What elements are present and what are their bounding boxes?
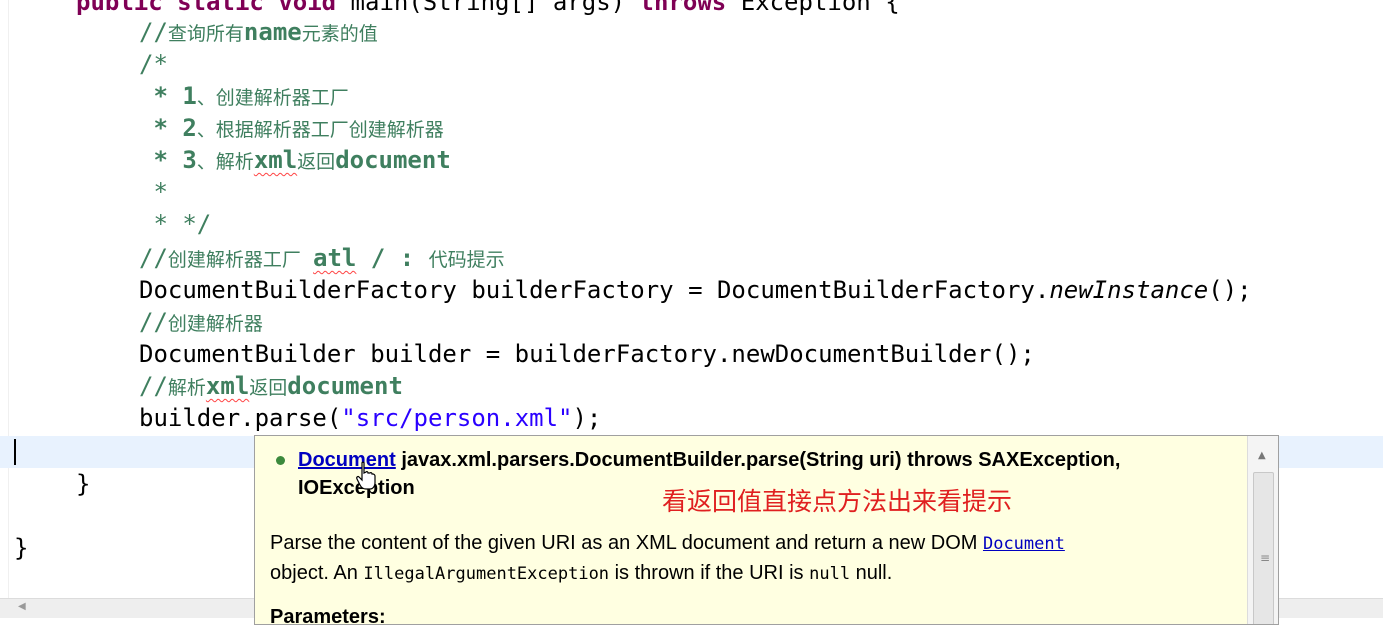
code-line-comment[interactable]: * 1、创建解析器工厂 xyxy=(139,80,349,112)
signature-text: javax.xml.parsers.DocumentBuilder.parse(… xyxy=(395,449,1121,471)
comment-text: 返回 xyxy=(249,377,288,399)
javadoc-hover-popup[interactable]: Document javax.xml.parsers.DocumentBuild… xyxy=(254,435,1279,625)
comment-text: // xyxy=(139,372,168,400)
comment-text: * xyxy=(139,178,168,206)
code-line-comment[interactable]: //解析xml返回document xyxy=(139,370,403,402)
keyword: throws xyxy=(639,0,727,16)
comment-text: // xyxy=(139,244,168,272)
scroll-up-icon[interactable]: ▲ xyxy=(1258,450,1266,461)
scroll-left-icon[interactable]: ◀ xyxy=(18,601,26,612)
code-reference: null xyxy=(809,564,851,584)
comment-text: document xyxy=(335,146,451,174)
code-line-comment[interactable]: * xyxy=(139,176,168,208)
editor-gutter xyxy=(0,0,9,600)
code-line-closing-brace[interactable]: } xyxy=(14,532,28,564)
comment-text: 代码提示 xyxy=(428,249,505,271)
code-text: Exception { xyxy=(726,0,900,16)
comment-text: * 2 xyxy=(139,114,197,142)
return-type-link[interactable]: Document xyxy=(298,449,396,471)
keyword: public xyxy=(76,0,163,16)
comment-text: atl xyxy=(313,244,357,272)
code-reference: IllegalArgumentException xyxy=(363,564,610,584)
code-text: (); xyxy=(1208,276,1252,304)
code-line-comment[interactable]: * 2、根据解析器工厂创建解析器 xyxy=(139,112,444,144)
scrollbar-grip-icon: ≡ xyxy=(1260,551,1271,565)
comment-text: 、根据解析器工厂创建解析器 xyxy=(196,119,444,141)
code-line-comment[interactable]: /* xyxy=(139,48,168,80)
code-line-comment[interactable]: //查询所有name元素的值 xyxy=(139,16,378,48)
code-text: } xyxy=(76,470,91,498)
comment-text: name xyxy=(243,18,302,46)
comment-text: * 3 xyxy=(139,146,197,174)
code-line-comment[interactable]: * 3、解析xml返回document xyxy=(139,144,451,176)
parameters-heading: Parameters: xyxy=(270,606,386,625)
comment-text: 查询所有 xyxy=(167,23,244,45)
comment-text: * 1 xyxy=(139,82,197,110)
popup-vertical-scrollbar[interactable]: ▲ ≡ xyxy=(1247,436,1278,624)
code-text: DocumentBuilderFactory builderFactory = … xyxy=(139,276,1050,304)
comment-text: document xyxy=(287,372,403,400)
description-text: Parse the content of the given URI as an… xyxy=(270,532,983,554)
code-line-comment[interactable]: //创建解析器工厂 atl / : 代码提示 xyxy=(139,242,505,274)
code-line-parse[interactable]: builder.parse("src/person.xml"); xyxy=(139,402,601,434)
text-caret xyxy=(14,439,16,465)
comment-text: 元素的值 xyxy=(301,23,378,45)
comment-text: // xyxy=(139,18,168,46)
code-text: newInstance xyxy=(1049,276,1209,304)
method-bullet-icon xyxy=(276,456,285,465)
comment-text: xml xyxy=(253,146,298,174)
code-line-comment[interactable]: * */ xyxy=(139,208,211,240)
string-literal: "src/person.xml" xyxy=(341,404,573,432)
comment-text: 解析 xyxy=(167,377,206,399)
description-text: null. xyxy=(850,562,893,584)
keyword: void xyxy=(278,0,337,16)
annotation-text: 看返回值直接点方法出来看提示 xyxy=(662,487,1013,516)
comment-text: xml xyxy=(205,372,250,400)
keyword: static xyxy=(177,0,264,16)
code-text: } xyxy=(14,534,29,562)
code-line-comment[interactable]: //创建解析器 xyxy=(139,306,263,338)
document-link[interactable]: Document xyxy=(983,534,1065,554)
scrollbar-thumb[interactable] xyxy=(1253,472,1274,624)
code-text: builder.parse( xyxy=(139,404,342,432)
comment-text: 、创建解析器工厂 xyxy=(196,87,349,109)
comment-text: 返回 xyxy=(297,151,336,173)
comment-text: 创建解析器工厂 xyxy=(167,249,313,271)
hand-cursor-icon xyxy=(356,461,376,490)
description-text: is thrown if the URI is xyxy=(609,562,810,584)
code-line-closing-brace[interactable]: } xyxy=(76,468,90,500)
comment-text: 、解析 xyxy=(196,151,254,173)
code-text: ); xyxy=(572,404,602,432)
code-text: main(String[] args) xyxy=(336,0,640,16)
code-line-factory[interactable]: DocumentBuilderFactory builderFactory = … xyxy=(139,274,1252,306)
description-text: object. An xyxy=(270,562,364,584)
comment-text: / : xyxy=(356,244,429,272)
comment-text: 创建解析器 xyxy=(167,313,263,335)
comment-text: * */ xyxy=(139,210,212,238)
code-line-builder[interactable]: DocumentBuilder builder = builderFactory… xyxy=(139,338,1035,370)
comment-text: /* xyxy=(139,50,168,78)
code-text: DocumentBuilder builder = builderFactory… xyxy=(139,340,1035,368)
method-description: Parse the content of the given URI as an… xyxy=(270,529,1220,589)
comment-text: // xyxy=(139,308,168,336)
